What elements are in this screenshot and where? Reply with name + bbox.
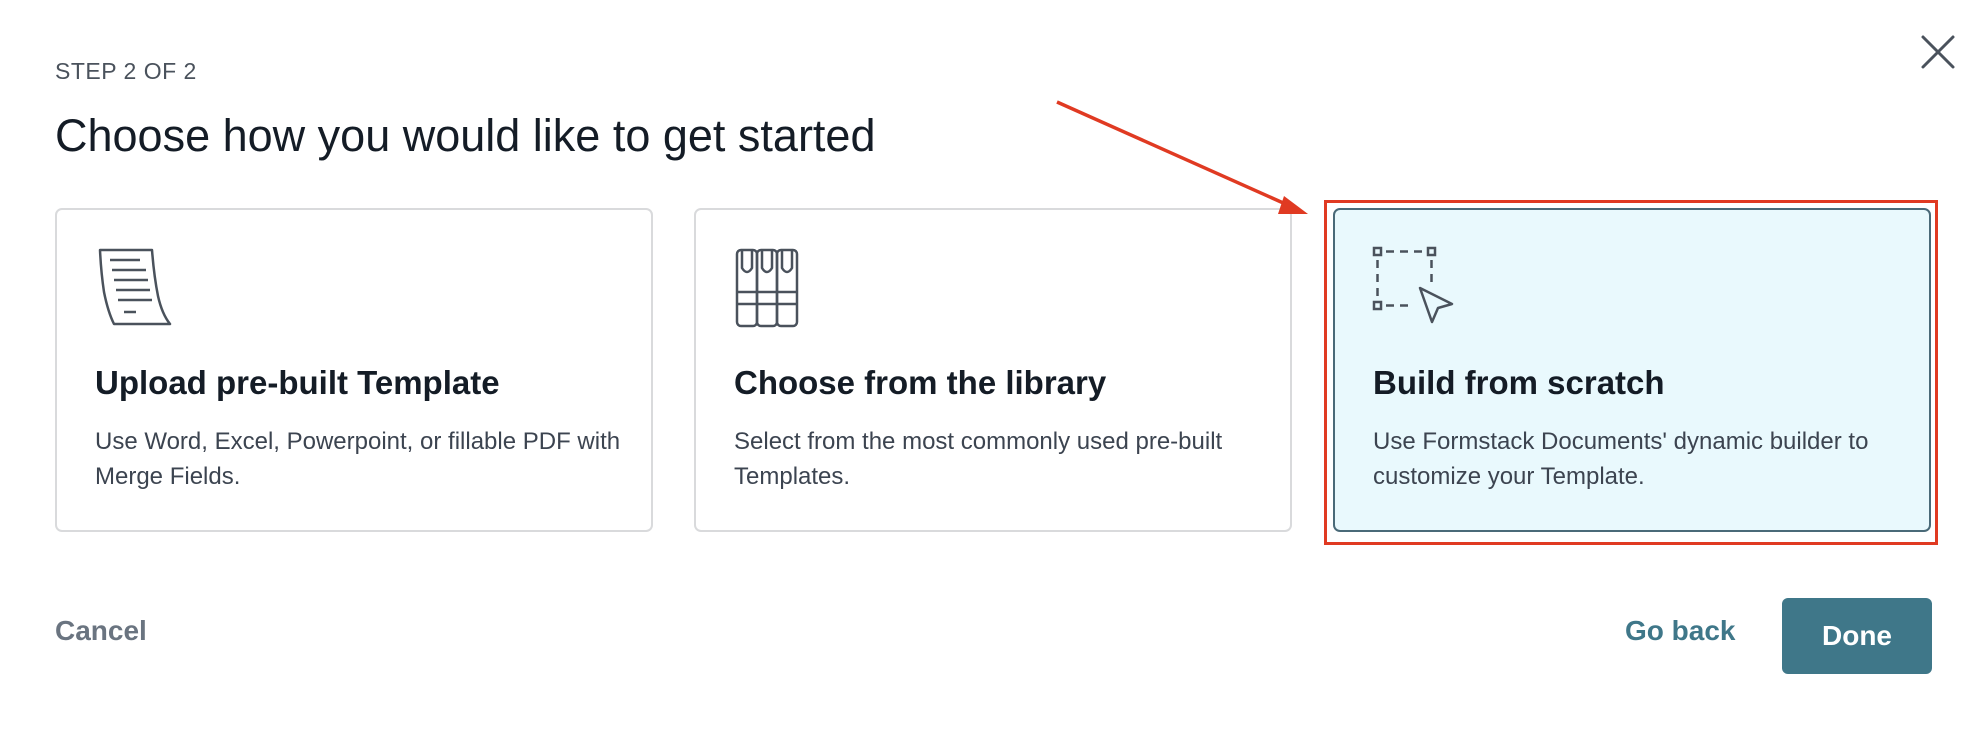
done-button[interactable]: Done — [1782, 598, 1932, 674]
document-icon — [94, 246, 178, 330]
template-setup-modal: STEP 2 OF 2 Choose how you would like to… — [0, 0, 1976, 730]
option-title: Build from scratch — [1373, 364, 1665, 401]
select-cursor-icon — [1372, 246, 1456, 330]
option-title: Choose from the library — [734, 364, 1107, 401]
option-description: Use Formstack Documents' dynamic builder… — [1373, 428, 1869, 490]
go-back-button[interactable]: Go back — [1625, 615, 1735, 647]
option-card-library[interactable]: Choose from the library Select from the … — [694, 208, 1292, 532]
step-indicator: STEP 2 OF 2 — [55, 58, 197, 84]
cancel-button[interactable]: Cancel — [55, 615, 147, 647]
option-title: Upload pre-built Template — [95, 364, 500, 401]
library-books-icon — [733, 246, 817, 330]
option-card-upload-template[interactable]: Upload pre-built Template Use Word, Exce… — [55, 208, 653, 532]
option-card-build-from-scratch[interactable]: Build from scratch Use Formstack Documen… — [1333, 208, 1931, 532]
close-icon[interactable] — [1918, 32, 1958, 72]
option-description: Use Word, Excel, Powerpoint, or fillable… — [95, 428, 621, 490]
option-description: Select from the most commonly used pre-b… — [734, 428, 1223, 490]
modal-title: Choose how you would like to get started — [55, 110, 876, 161]
